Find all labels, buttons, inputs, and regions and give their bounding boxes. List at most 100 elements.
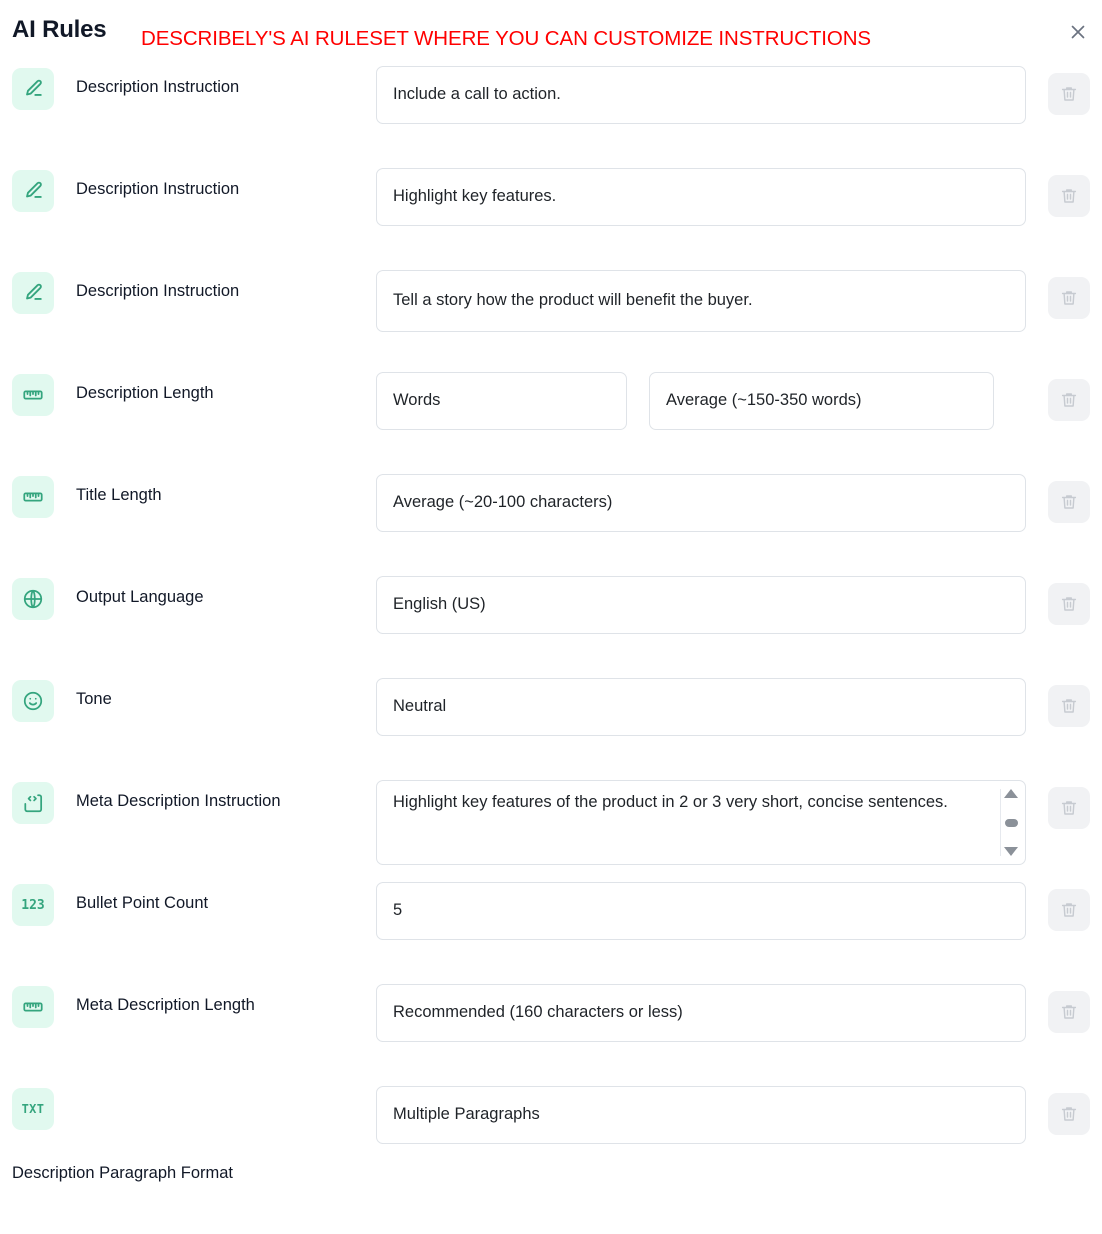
delete-rule-button[interactable] — [1048, 583, 1090, 625]
rule-row: Meta Description Length Recommended (160… — [0, 984, 1102, 1086]
delete-rule-button[interactable] — [1048, 787, 1090, 829]
rule-row: Meta Description Instruction Highlight k… — [0, 780, 1102, 882]
pencil-edit-icon — [12, 170, 54, 212]
textarea-scrollbar[interactable] — [1000, 789, 1018, 856]
txt-glyph: TXT — [22, 1102, 45, 1116]
rule-value-text: Words — [393, 389, 440, 413]
delete-rule-button[interactable] — [1048, 1093, 1090, 1135]
rule-value-input[interactable]: Tell a story how the product will benefi… — [376, 270, 1026, 332]
rule-fields: English (US) — [376, 576, 1026, 634]
rule-row: 123 Bullet Point Count 5 — [0, 882, 1102, 984]
delete-rule-button[interactable] — [1048, 379, 1090, 421]
rule-label-wrap: Tone — [54, 678, 376, 710]
rule-fields: Multiple Paragraphs — [376, 1086, 1026, 1144]
numeric-123-glyph: 123 — [21, 898, 44, 913]
rule-fields: Neutral — [376, 678, 1026, 736]
rule-value-input[interactable]: Average (~20-100 characters) — [376, 474, 1026, 532]
rule-label: Output Language — [76, 586, 376, 608]
rule-value-select-meta-length[interactable]: Recommended (160 characters or less) — [376, 984, 1026, 1042]
close-icon — [1068, 22, 1088, 42]
rule-label-wrap: Meta Description Length — [54, 984, 376, 1016]
rule-value-number-input[interactable]: 5 — [376, 882, 1026, 940]
rule-row: Description Instruction Highlight key fe… — [0, 168, 1102, 270]
rule-value-text: English (US) — [393, 593, 486, 617]
delete-rule-button[interactable] — [1048, 889, 1090, 931]
rule-label: Description Instruction — [76, 280, 376, 302]
close-button[interactable] — [1064, 18, 1092, 46]
trash-icon — [1060, 1003, 1078, 1021]
rule-fields: Average (~20-100 characters) — [376, 474, 1026, 532]
delete-rule-button[interactable] — [1048, 73, 1090, 115]
numeric-123-icon: 123 — [12, 884, 54, 926]
trash-icon — [1060, 391, 1078, 409]
scroll-down-arrow-icon[interactable] — [1004, 847, 1018, 856]
rule-value-text: Include a call to action. — [393, 83, 561, 107]
annotation-text: DESCRIBELY'S AI RULESET WHERE YOU CAN CU… — [141, 27, 871, 51]
delete-rule-button[interactable] — [1048, 481, 1090, 523]
rule-label: Description Length — [76, 382, 376, 404]
trash-icon — [1060, 187, 1078, 205]
rule-fields: Include a call to action. — [376, 66, 1026, 124]
rule-value-input[interactable]: Include a call to action. — [376, 66, 1026, 124]
rule-label-wrap: Description Instruction — [54, 168, 376, 200]
scrollbar-thumb[interactable] — [1005, 819, 1018, 827]
rule-value-select-paragraph-format[interactable]: Multiple Paragraphs — [376, 1086, 1026, 1144]
rule-value-text: Average (~150-350 words) — [666, 389, 862, 413]
ruler-icon — [12, 476, 54, 518]
rule-label-wrap: Description Length — [54, 372, 376, 404]
rule-label: Tone — [76, 688, 376, 710]
rule-value-text: Highlight key features. — [393, 185, 556, 209]
rule-label-wrap: Description Instruction — [54, 66, 376, 98]
rule-label: Description Paragraph Format — [12, 1164, 233, 1183]
globe-icon — [12, 578, 54, 620]
trash-icon — [1060, 289, 1078, 307]
rule-value-text: Average (~20-100 characters) — [393, 491, 612, 515]
rule-row: TXT Description Paragraph Format Multipl… — [0, 1086, 1102, 1215]
trash-icon — [1060, 493, 1078, 511]
rule-label: Description Instruction — [76, 76, 376, 98]
rule-value-select-unit[interactable]: Words — [376, 372, 627, 430]
ruler-icon — [12, 986, 54, 1028]
rule-label: Meta Description Instruction — [76, 790, 376, 812]
rule-row: Description Instruction Include a call t… — [0, 66, 1102, 168]
rule-value-select-range[interactable]: Average (~150-350 words) — [649, 372, 994, 430]
txt-icon: TXT — [12, 1088, 54, 1130]
rule-row: Tone Neutral — [0, 678, 1102, 780]
rule-value-text: Highlight key features of the product in… — [393, 791, 948, 815]
delete-rule-button[interactable] — [1048, 991, 1090, 1033]
trash-icon — [1060, 697, 1078, 715]
rule-value-textarea[interactable]: Highlight key features of the product in… — [376, 780, 1026, 865]
code-brackets-icon — [12, 782, 54, 824]
rule-label-wrap: Meta Description Instruction — [54, 780, 376, 812]
ai-rules-list: Description Instruction Include a call t… — [0, 66, 1102, 1215]
rule-row: Description Instruction Tell a story how… — [0, 270, 1102, 372]
rule-label-wrap: Output Language — [54, 576, 376, 608]
delete-rule-button[interactable] — [1048, 685, 1090, 727]
modal-header: AI Rules DESCRIBELY'S AI RULESET WHERE Y… — [0, 0, 1102, 66]
rule-value-select-language[interactable]: English (US) — [376, 576, 1026, 634]
rule-row: Title Length Average (~20-100 characters… — [0, 474, 1102, 576]
rule-label: Bullet Point Count — [76, 892, 376, 914]
rule-fields: Words Average (~150-350 words) — [376, 372, 1026, 430]
rule-fields: Highlight key features. — [376, 168, 1026, 226]
rule-value-text: 5 — [393, 899, 402, 923]
rule-label: Description Instruction — [76, 178, 376, 200]
trash-icon — [1060, 1105, 1078, 1123]
smiley-face-icon — [12, 680, 54, 722]
rule-label-wrap: Description Instruction — [54, 270, 376, 302]
rule-value-text: Neutral — [393, 695, 446, 719]
rule-value-text: Tell a story how the product will benefi… — [393, 289, 753, 313]
rule-label-wrap — [54, 1086, 376, 1096]
rule-value-input[interactable]: Highlight key features. — [376, 168, 1026, 226]
rule-label: Title Length — [76, 484, 376, 506]
delete-rule-button[interactable] — [1048, 175, 1090, 217]
rule-fields: 5 — [376, 882, 1026, 940]
scroll-up-arrow-icon[interactable] — [1004, 789, 1018, 798]
trash-icon — [1060, 799, 1078, 817]
rule-label-wrap: Bullet Point Count — [54, 882, 376, 914]
delete-rule-button[interactable] — [1048, 277, 1090, 319]
rule-value-select-tone[interactable]: Neutral — [376, 678, 1026, 736]
trash-icon — [1060, 901, 1078, 919]
rule-fields: Recommended (160 characters or less) — [376, 984, 1026, 1042]
rule-label-wrap: Title Length — [54, 474, 376, 506]
